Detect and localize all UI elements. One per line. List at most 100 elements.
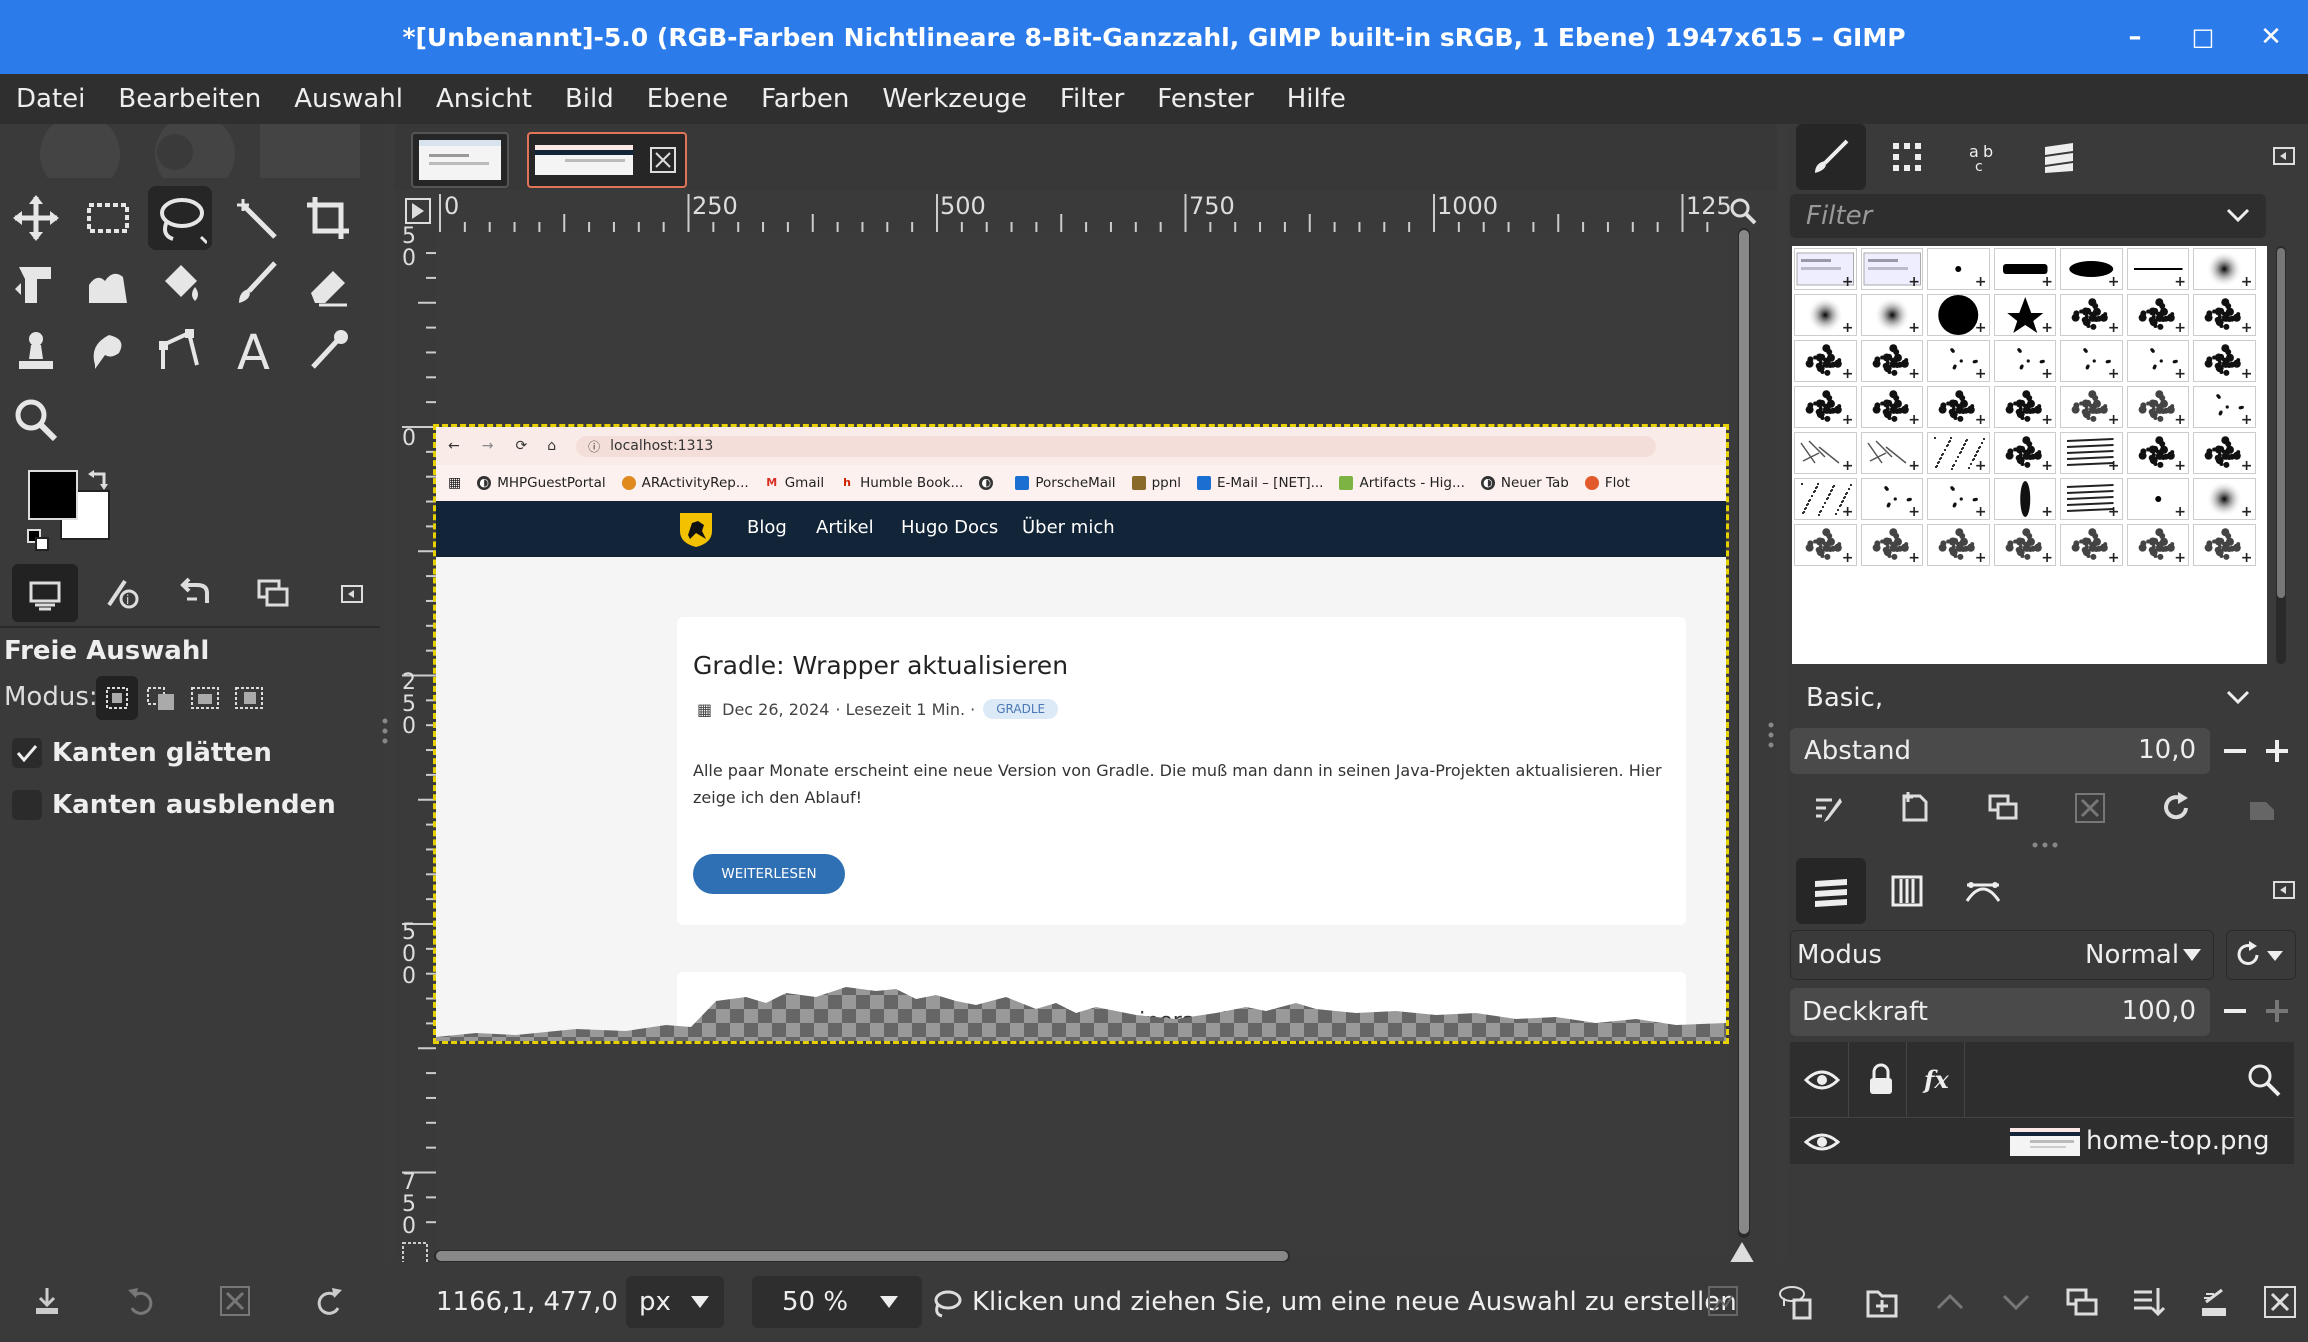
brush-cell[interactable]: + [1794, 478, 1857, 520]
raise-layer-icon[interactable] [1932, 1284, 1968, 1320]
increase-icon[interactable] [2262, 736, 2292, 766]
horizontal-scrollbar-thumb[interactable] [436, 1251, 1288, 1261]
foreground-color-swatch[interactable] [28, 470, 78, 520]
brush-cell[interactable]: + [1860, 248, 1923, 290]
brush-cell[interactable]: + [2126, 432, 2189, 474]
brush-cell[interactable]: + [1993, 478, 2056, 520]
default-colors-icon[interactable] [26, 528, 52, 554]
dock-menu-icon[interactable] [2272, 144, 2296, 168]
new-brush-icon[interactable] [1896, 788, 1932, 824]
move-tool-icon[interactable] [4, 186, 68, 250]
tab-brushes[interactable] [1796, 124, 1866, 190]
brush-cell[interactable]: + [2060, 478, 2123, 520]
brush-cell[interactable]: + [1794, 340, 1857, 382]
bucket-fill-tool-icon[interactable] [148, 252, 212, 316]
close-button[interactable]: ✕ [2248, 14, 2294, 60]
restore-tool-options-icon[interactable] [124, 1284, 158, 1318]
zoom-dropdown[interactable]: 50 % [752, 1276, 922, 1328]
menu-bild[interactable]: Bild [565, 84, 614, 114]
unit-dropdown[interactable]: px [626, 1276, 724, 1328]
vertical-scrollbar[interactable] [1738, 228, 1750, 1238]
tab-undo-history[interactable] [164, 564, 230, 622]
brush-filter-input[interactable]: Filter [1790, 194, 2266, 238]
rect-select-tool-icon[interactable] [76, 186, 140, 250]
brush-cell[interactable]: + [1993, 386, 2056, 428]
selection-to-layer-icon[interactable] [1776, 1282, 1816, 1322]
increase-icon[interactable] [2262, 996, 2292, 1026]
delete-brush-icon[interactable] [2072, 790, 2108, 826]
new-layer-group-icon[interactable] [1864, 1284, 1900, 1320]
brush-cell[interactable]: + [1927, 340, 1990, 382]
brush-spacing-field[interactable]: Abstand 10,0 [1790, 728, 2210, 774]
image-tab-2-active[interactable] [527, 132, 687, 188]
merge-layer-icon[interactable] [2130, 1284, 2166, 1320]
brush-cell[interactable]: + [2126, 478, 2189, 520]
selection-subtract-icon[interactable] [188, 680, 224, 716]
brush-cell[interactable]: + [1860, 340, 1923, 382]
free-select-tool-icon[interactable] [148, 186, 212, 250]
save-tool-options-icon[interactable] [30, 1284, 64, 1318]
brush-cell[interactable]: + [2060, 294, 2123, 336]
paths-tool-icon[interactable] [148, 318, 212, 382]
image-tab-1[interactable] [411, 132, 509, 188]
dock-menu-icon[interactable] [340, 582, 364, 606]
duplicate-brush-icon[interactable] [1986, 790, 2022, 826]
layer-opacity-field[interactable]: Deckkraft 100,0 [1790, 988, 2210, 1036]
brush-cell[interactable]: + [1927, 294, 1990, 336]
pane-handle-icon[interactable] [2030, 840, 2060, 850]
brush-cell[interactable]: + [1860, 478, 1923, 520]
decrease-icon[interactable] [2220, 996, 2250, 1026]
brush-cell[interactable]: + [2126, 340, 2189, 382]
brush-cell[interactable]: + [1794, 432, 1857, 474]
brush-cell[interactable]: + [2126, 386, 2189, 428]
menu-hilfe[interactable]: Hilfe [1287, 84, 1346, 114]
brush-cell[interactable]: + [1927, 432, 1990, 474]
brush-cell[interactable]: + [2193, 248, 2256, 290]
refresh-brushes-icon[interactable] [2158, 790, 2194, 826]
duplicate-layer-icon[interactable] [2064, 1284, 2100, 1320]
dock-menu-icon[interactable] [2272, 878, 2296, 902]
unified-transform-tool-icon[interactable] [4, 252, 68, 316]
crop-tool-icon[interactable] [296, 186, 360, 250]
tab-document-history[interactable] [2024, 124, 2094, 190]
brush-cell[interactable]: + [2126, 294, 2189, 336]
brush-cell[interactable]: + [2193, 386, 2256, 428]
composite-mode-button[interactable] [2226, 930, 2296, 980]
brushes-grid[interactable]: + + + + + + + + + + + + + + + + + + + + + + + + + + + + + + + + + + + + + + + +… [1792, 246, 2267, 664]
delete-layer-icon[interactable] [2262, 1284, 2298, 1320]
fuzzy-select-tool-icon[interactable] [224, 186, 288, 250]
delete-tool-options-icon[interactable] [218, 1284, 252, 1318]
vertical-ruler[interactable]: 50 0 250 500 750 [400, 226, 436, 1256]
brush-cell[interactable]: + [2193, 478, 2256, 520]
lower-layer-icon[interactable] [1998, 1284, 2034, 1320]
brush-cell[interactable]: + [1860, 386, 1923, 428]
brush-cell[interactable]: + [1993, 340, 2056, 382]
swap-colors-icon[interactable] [86, 468, 112, 494]
tab-images[interactable] [240, 564, 306, 622]
brush-cell[interactable]: + [1927, 478, 1990, 520]
brush-cell[interactable]: + [1860, 524, 1923, 566]
menu-bearbeiten[interactable]: Bearbeiten [118, 84, 261, 114]
search-layers-icon[interactable] [2246, 1062, 2282, 1098]
mode-replace-button[interactable] [96, 676, 138, 720]
eraser-tool-icon[interactable] [296, 252, 360, 316]
pane-handle-icon[interactable] [380, 716, 390, 746]
brush-cell[interactable]: + [1794, 524, 1857, 566]
brush-cell[interactable]: + [2126, 248, 2189, 290]
selection-intersect-icon[interactable] [232, 680, 268, 716]
tab-layers[interactable] [1796, 858, 1866, 924]
anchor-layer-icon[interactable] [2196, 1284, 2232, 1320]
decrease-icon[interactable] [2220, 736, 2250, 766]
menu-filter[interactable]: Filter [1060, 84, 1124, 114]
antialias-checkbox[interactable] [12, 738, 42, 768]
brush-cell[interactable]: + [2060, 432, 2123, 474]
brush-preset-dropdown[interactable]: Basic, [1790, 674, 2266, 722]
brush-cell[interactable]: + [1860, 294, 1923, 336]
feather-checkbox[interactable] [12, 790, 42, 820]
brush-cell[interactable]: + [2193, 432, 2256, 474]
brush-cell[interactable]: + [2060, 340, 2123, 382]
menu-werkzeuge[interactable]: Werkzeuge [882, 84, 1027, 114]
paintbrush-tool-icon[interactable] [224, 252, 288, 316]
image-layer[interactable]: ← → ⟳ ⌂ ⓘ localhost:1313 ▦ ◐ MHPGuestPort… [433, 424, 1729, 1044]
close-tab-icon[interactable] [649, 146, 677, 174]
